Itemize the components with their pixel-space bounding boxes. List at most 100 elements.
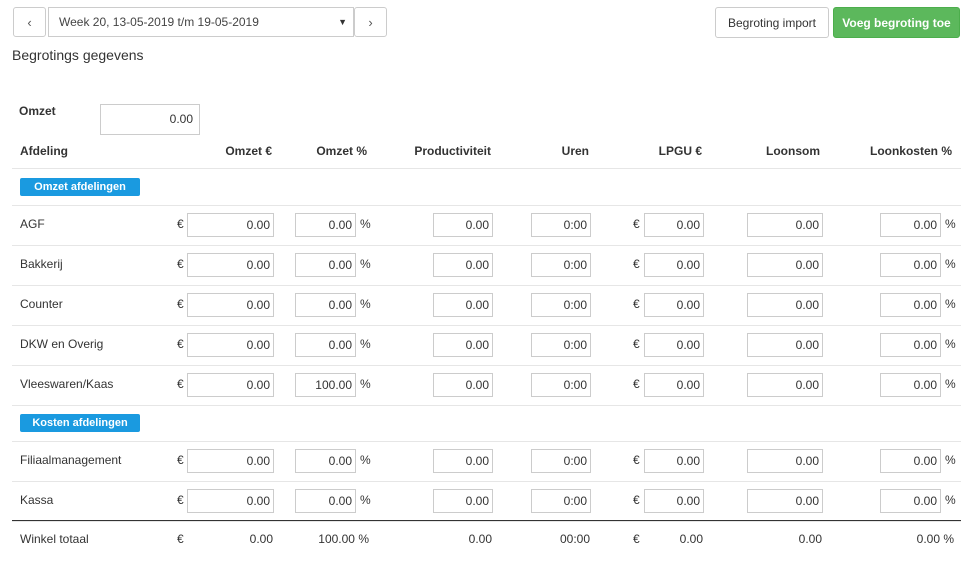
group-divider xyxy=(12,441,961,442)
total-productiviteit: 0.00 xyxy=(468,532,492,546)
row-divider xyxy=(12,245,961,246)
week-select-value: Week 20, 13-05-2019 t/m 19-05-2019 xyxy=(59,15,259,29)
row-name: Counter xyxy=(20,297,63,311)
col-omzet-eur: Omzet € xyxy=(225,144,272,158)
omzet-label: Omzet xyxy=(19,104,56,118)
omzet-input[interactable]: 0.00 xyxy=(187,213,274,237)
chevron-left-icon: ‹ xyxy=(27,14,32,30)
euro-unit: € xyxy=(177,337,184,351)
euro-unit: € xyxy=(633,493,640,507)
omzet-input[interactable]: 0.00 xyxy=(187,333,274,357)
omzet-input[interactable]: 0.00 xyxy=(187,293,274,317)
lpgu-input[interactable]: 0.00 xyxy=(644,293,704,317)
lpgu-input[interactable]: 0.00 xyxy=(644,333,704,357)
lpgu-input[interactable]: 0.00 xyxy=(644,449,704,473)
loonkosten-input[interactable]: 0.00 xyxy=(880,449,941,473)
total-omzet: 0.00 xyxy=(249,532,273,546)
row-name: Filiaalmanagement xyxy=(20,453,122,467)
lpgu-input[interactable]: 0.00 xyxy=(644,489,704,513)
prev-week-button[interactable]: ‹ xyxy=(13,7,46,37)
omzet-pct-input[interactable]: 100.00 xyxy=(295,373,356,397)
omzet-input[interactable]: 0.00 xyxy=(187,373,274,397)
productiviteit-input[interactable]: 0.00 xyxy=(433,373,493,397)
loonkosten-input[interactable]: 0.00 xyxy=(880,213,941,237)
loonsom-input[interactable]: 0.00 xyxy=(747,489,823,513)
productiviteit-input[interactable]: 0.00 xyxy=(433,489,493,513)
omzet-input[interactable]: 0.00 xyxy=(187,253,274,277)
loonkosten-input[interactable]: 0.00 xyxy=(880,373,941,397)
divider xyxy=(12,168,961,169)
uren-input[interactable]: 0:00 xyxy=(531,373,591,397)
loonsom-input[interactable]: 0.00 xyxy=(747,373,823,397)
omzet-pct-input[interactable]: 0.00 xyxy=(295,333,356,357)
omzet-pct-input[interactable]: 0.00 xyxy=(295,253,356,277)
uren-input[interactable]: 0:00 xyxy=(531,253,591,277)
add-begroting-button[interactable]: Voeg begroting toe xyxy=(833,7,960,38)
loonsom-input[interactable]: 0.00 xyxy=(747,293,823,317)
col-lpgu: LPGU € xyxy=(658,144,702,158)
total-divider xyxy=(12,520,961,521)
row-name: Kassa xyxy=(20,493,54,507)
total-loonkosten: 0.00 % xyxy=(916,532,954,546)
omzet-pct-input[interactable]: 0.00 xyxy=(295,293,356,317)
omzet-pct-input[interactable]: 0.00 xyxy=(295,489,356,513)
euro-unit: € xyxy=(633,257,640,271)
loonkosten-input[interactable]: 0.00 xyxy=(880,489,941,513)
pct-unit: % xyxy=(945,297,956,311)
loonsom-input[interactable]: 0.00 xyxy=(747,333,823,357)
row-name: Bakkerij xyxy=(20,257,63,271)
total-label: Winkel totaal xyxy=(20,532,89,546)
lpgu-input[interactable]: 0.00 xyxy=(644,253,704,277)
productiviteit-input[interactable]: 0.00 xyxy=(433,213,493,237)
uren-input[interactable]: 0:00 xyxy=(531,333,591,357)
omzet-input[interactable]: 0.00 xyxy=(100,104,200,135)
next-week-button[interactable]: › xyxy=(354,7,387,37)
uren-input[interactable]: 0:00 xyxy=(531,293,591,317)
row-divider xyxy=(12,325,961,326)
lpgu-input[interactable]: 0.00 xyxy=(644,373,704,397)
total-loonsom: 0.00 xyxy=(798,532,822,546)
euro-unit: € xyxy=(177,377,184,391)
euro-unit: € xyxy=(633,297,640,311)
group-divider xyxy=(12,205,961,206)
total-omzet-euro: € xyxy=(177,532,184,546)
row-name: DKW en Overig xyxy=(20,337,104,351)
productiviteit-input[interactable]: 0.00 xyxy=(433,253,493,277)
caret-down-icon: ▼ xyxy=(338,17,347,27)
group-label-0: Omzet afdelingen xyxy=(20,178,140,196)
omzet-input[interactable]: 0.00 xyxy=(187,489,274,513)
pct-unit: % xyxy=(945,493,956,507)
omzet-input[interactable]: 0.00 xyxy=(187,449,274,473)
productiviteit-input[interactable]: 0.00 xyxy=(433,293,493,317)
omzet-pct-input[interactable]: 0.00 xyxy=(295,449,356,473)
total-lpgu: 0.00 xyxy=(679,532,703,546)
loonsom-input[interactable]: 0.00 xyxy=(747,213,823,237)
productiviteit-input[interactable]: 0.00 xyxy=(433,333,493,357)
col-uren: Uren xyxy=(561,144,589,158)
euro-unit: € xyxy=(633,217,640,231)
loonkosten-input[interactable]: 0.00 xyxy=(880,253,941,277)
loonkosten-input[interactable]: 0.00 xyxy=(880,293,941,317)
uren-input[interactable]: 0:00 xyxy=(531,489,591,513)
begroting-import-button[interactable]: Begroting import xyxy=(715,7,829,38)
lpgu-input[interactable]: 0.00 xyxy=(644,213,704,237)
pct-unit: % xyxy=(360,337,371,351)
uren-input[interactable]: 0:00 xyxy=(531,213,591,237)
uren-input[interactable]: 0:00 xyxy=(531,449,591,473)
loonsom-input[interactable]: 0.00 xyxy=(747,449,823,473)
row-divider xyxy=(12,481,961,482)
euro-unit: € xyxy=(177,297,184,311)
pct-unit: % xyxy=(945,257,956,271)
col-afdeling: Afdeling xyxy=(20,144,68,158)
week-select[interactable]: Week 20, 13-05-2019 t/m 19-05-2019 ▼ xyxy=(48,7,354,37)
pct-unit: % xyxy=(945,337,956,351)
loonsom-input[interactable]: 0.00 xyxy=(747,253,823,277)
productiviteit-input[interactable]: 0.00 xyxy=(433,449,493,473)
row-name: AGF xyxy=(20,217,45,231)
omzet-pct-input[interactable]: 0.00 xyxy=(295,213,356,237)
loonkosten-input[interactable]: 0.00 xyxy=(880,333,941,357)
pct-unit: % xyxy=(945,217,956,231)
col-productiviteit: Productiviteit xyxy=(414,144,491,158)
pct-unit: % xyxy=(945,453,956,467)
pct-unit: % xyxy=(945,377,956,391)
